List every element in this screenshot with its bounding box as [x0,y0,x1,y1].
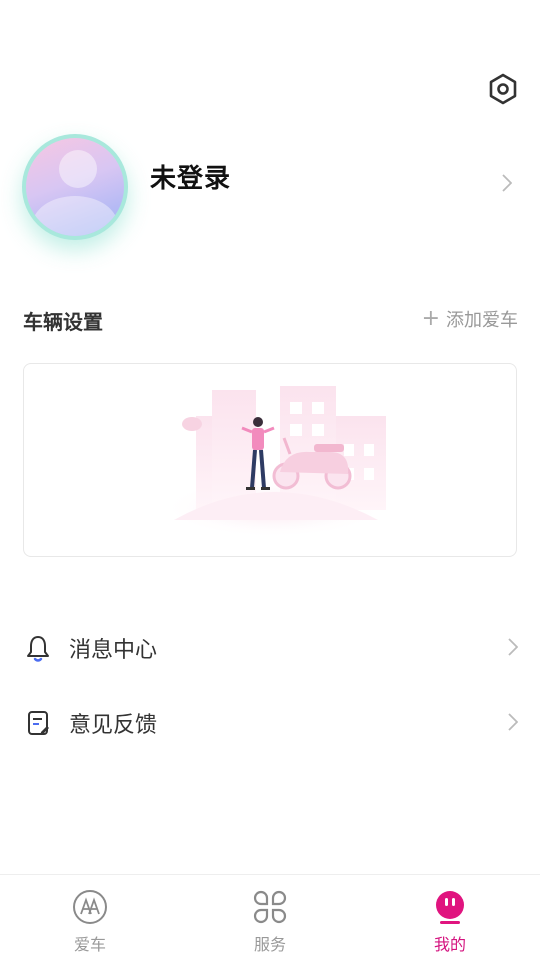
aima-logo-icon [72,889,108,925]
default-avatar-icon [26,138,124,236]
tab-love-car[interactable]: 爱车 [0,875,180,960]
tab-mine[interactable]: 我的 [360,875,540,960]
plus-icon: + [421,306,440,331]
command-clover-icon [252,889,288,925]
bell-icon [24,634,52,662]
vehicle-settings-title: 车辆设置 [23,310,103,334]
settings-icon [489,73,517,105]
profile-header[interactable]: 未登录 [0,128,540,248]
tab-label-mine: 我的 [433,935,466,954]
settings-button[interactable] [486,72,520,106]
menu-list: 消息中心 意见反馈 [0,610,540,760]
add-car-button[interactable]: + 添加爱车 [422,306,518,332]
chevron-right-icon [502,174,512,192]
add-car-label: 添加爱车 [446,310,518,331]
bottom-tab-bar: 爱车 服务 我的 [0,874,540,960]
menu-item-feedback[interactable]: 意见反馈 [0,685,540,760]
login-status[interactable]: 未登录 [150,158,231,195]
chevron-right-icon [508,638,518,656]
tab-label-service: 服务 [253,935,286,954]
menu-label-messages: 消息中心 [69,637,158,663]
menu-item-messages[interactable]: 消息中心 [0,610,540,685]
empty-vehicle-illustration [162,386,386,538]
avatar[interactable] [22,134,128,240]
tab-service[interactable]: 服务 [180,875,360,960]
menu-label-feedback: 意见反馈 [69,712,158,738]
feedback-edit-icon [24,709,52,737]
tab-label-love-car: 爱车 [73,935,106,954]
face-icon [432,889,468,925]
chevron-right-icon [508,713,518,731]
vehicle-card-empty [23,363,517,557]
